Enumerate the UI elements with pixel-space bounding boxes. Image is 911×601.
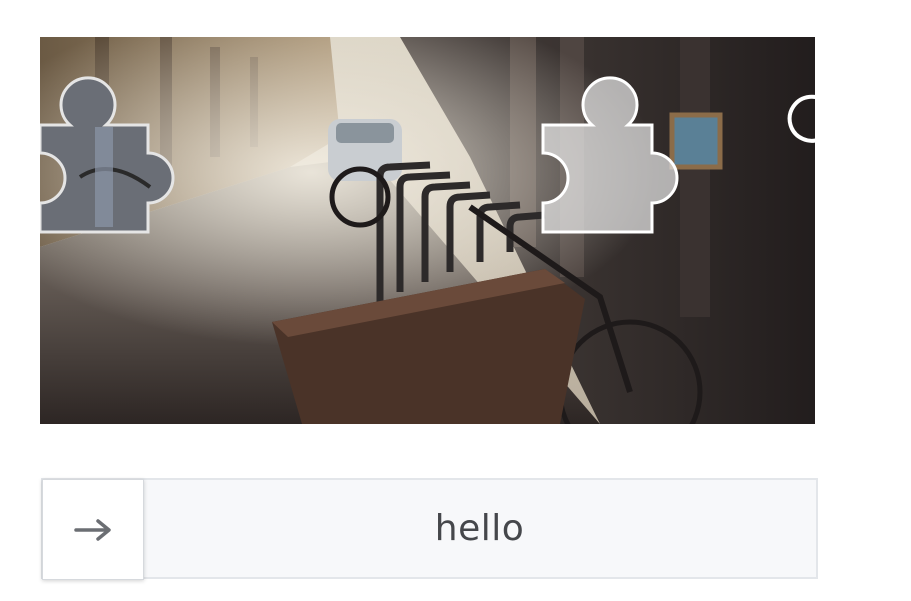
slider-label: hello [434, 508, 525, 549]
refresh-icon [787, 94, 815, 143]
captcha-image [40, 37, 815, 424]
slider-captcha: hello [0, 0, 911, 601]
arrow-right-icon [74, 518, 111, 541]
street-scene-image [40, 37, 815, 424]
slider-track[interactable]: hello [41, 478, 818, 580]
refresh-button[interactable] [782, 89, 815, 147]
slider-handle[interactable] [42, 479, 144, 580]
